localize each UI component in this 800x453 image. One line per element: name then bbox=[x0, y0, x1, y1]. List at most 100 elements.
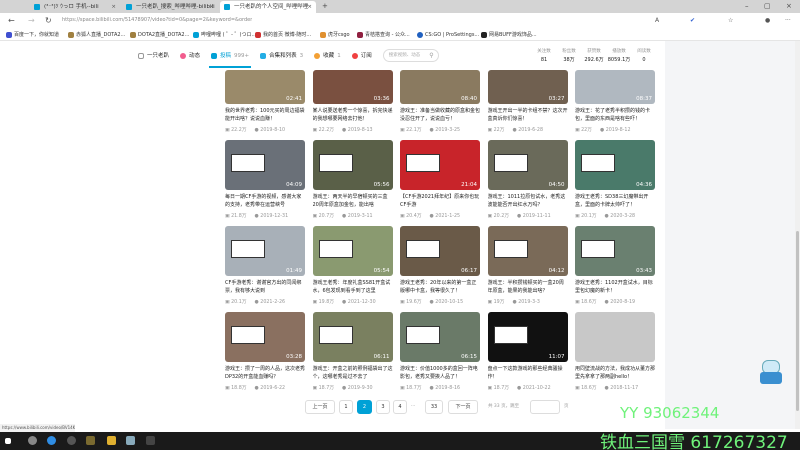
video-thumbnail[interactable]: 03:43 bbox=[575, 226, 655, 276]
prev-page-button[interactable]: 上一页 bbox=[305, 400, 335, 414]
video-title[interactable]: 游戏王：准备当做收藏的原盒和金包没忍住开了，说说血亏！ bbox=[400, 107, 480, 123]
reload-icon[interactable]: ↻ bbox=[45, 15, 52, 26]
video-title[interactable]: 【CF手游2021拜年纪】原来你也玩CF手游 bbox=[400, 193, 480, 209]
next-page-button[interactable]: 下一页 bbox=[448, 400, 478, 414]
video-title[interactable]: 游戏王：攒了一周的人品，这次老秀DP32的开盒能血赚吗？ bbox=[225, 365, 305, 381]
browser-tab-active[interactable]: 一只老趴的个人空间_哔哩哔哩 × bbox=[220, 1, 316, 13]
video-thumbnail[interactable]: 04:12 bbox=[487, 226, 568, 276]
forward-icon[interactable]: → bbox=[28, 15, 35, 26]
video-title[interactable]: 游戏王：半积攒钱顿买的一盒20周年原盒，能果的我能出啥？ bbox=[488, 279, 568, 295]
video-title[interactable]: 用同壁流战的方法，我成功从董方那里先拿拿了那两副hello！ bbox=[575, 365, 655, 381]
video-title[interactable]: 游戏王老秀：年度礼盒SS81开盒试水，6包发现到看手到了这里 bbox=[313, 279, 393, 295]
video-thumbnail[interactable] bbox=[575, 312, 655, 362]
extension-icon[interactable]: ✔ bbox=[690, 15, 695, 26]
video-title[interactable]: 某人说要送老秀一个惊喜，拆完快递的我想哪要网络去打他！ bbox=[313, 107, 393, 123]
url-input[interactable]: https://space.bilibili.com/51478907/vide… bbox=[62, 15, 252, 26]
video-card[interactable]: 03:27 游戏王开出一半的卡组不禁？这次开盒真诉你们惊喜！ ▣ 22万 ● 20… bbox=[487, 70, 568, 133]
back-icon[interactable]: ← bbox=[8, 15, 15, 26]
profile-icon[interactable]: ● bbox=[765, 15, 770, 26]
video-card[interactable]: 02:41 我的世界老秀：100元买的周边福袋能开出啥？说说血赚！ ▣ 22.2… bbox=[225, 70, 305, 133]
edge-icon[interactable] bbox=[47, 436, 56, 445]
video-card[interactable]: 08:37 游戏王：花了老秀半积攒的钱的卡包，里面的东西是啥有些吓！ ▣ 22万… bbox=[575, 70, 655, 133]
video-title[interactable]: 游戏王开出一半的卡组不禁？这次开盒真诉你们惊喜！ bbox=[488, 107, 568, 123]
video-title[interactable]: 游戏王：1011拉原包试水，老秀这波能能否开出红水万吗？ bbox=[488, 193, 568, 209]
video-thumbnail[interactable]: 11:07 bbox=[487, 312, 568, 362]
video-title[interactable]: 每日一期CF手游的视频，感谢大家的支持，老秀带在运营峡号 bbox=[225, 193, 305, 209]
video-card[interactable]: 06:17 游戏王老秀：20年以来的第一盒正版哪中卡盒，我等很久了！ ▣ 19.… bbox=[400, 226, 480, 305]
bookmark[interactable]: 网易BUFF游戏饰品... bbox=[481, 30, 537, 40]
scrollbar-thumb[interactable] bbox=[796, 231, 799, 411]
video-card[interactable]: 21:04 【CF手游2021拜年纪】原来你也玩CF手游 ▣ 20.4万 ● 20… bbox=[400, 140, 480, 219]
page-4[interactable]: 4 bbox=[393, 400, 407, 414]
video-card[interactable]: 03:43 游戏王老秀：1102开盒试水，目标里包幻魔的新卡！ ▣ 18.6万 ●… bbox=[575, 226, 655, 305]
nav-uploads[interactable]: 投稿 999+ bbox=[209, 51, 252, 68]
page-1[interactable]: 1 bbox=[339, 400, 353, 414]
video-thumbnail[interactable]: 03:28 bbox=[225, 312, 305, 362]
bookmark[interactable]: 虎牙csgo bbox=[320, 30, 350, 40]
close-icon[interactable]: × bbox=[111, 1, 116, 13]
video-thumbnail[interactable]: 03:36 bbox=[312, 70, 393, 104]
nav-subscriptions[interactable]: 订阅 bbox=[351, 51, 372, 61]
video-title[interactable]: CF手游老秀：谢谢官方出的同闻绑票，我有够大说到 bbox=[225, 279, 305, 295]
jump-page-input[interactable] bbox=[530, 400, 560, 414]
bookmark[interactable]: 百度一下，你就知道 bbox=[6, 30, 59, 40]
page-2-current[interactable]: 2 bbox=[357, 400, 372, 414]
video-title[interactable]: 我的世界老秀：100元买的周边福袋能开出啥？说说血赚！ bbox=[225, 107, 305, 123]
video-card[interactable]: 06:11 游戏王：开盒之前的照例福袋出了这个，这哪老秀是过不去了 ▣ 18.7… bbox=[312, 312, 393, 391]
video-card[interactable]: 用同壁流战的方法，我成功从董方那里先拿拿了那两副hello！ ▣ 18.6万 ● … bbox=[575, 312, 655, 391]
video-card[interactable]: 11:07 盘点一下这款游戏的那些经典骚操作！ ▣ 18.7万 ● 2021-10… bbox=[487, 312, 568, 391]
video-title[interactable]: 游戏王：价值1000多的盒回一阵电影包，老秀又要挨人品了！ bbox=[400, 365, 480, 381]
close-icon[interactable]: × bbox=[209, 1, 214, 13]
video-thumbnail[interactable]: 06:17 bbox=[400, 226, 480, 276]
video-thumbnail[interactable]: 21:04 bbox=[400, 140, 480, 190]
new-tab-button[interactable]: + bbox=[322, 0, 328, 12]
more-icon[interactable]: ··· bbox=[785, 15, 791, 26]
video-title[interactable]: 游戏王：开盒之前的照例福袋出了这个，这哪老秀是过不去了 bbox=[313, 365, 393, 381]
bookmark[interactable]: 赤狐人直播_DOTA2... bbox=[68, 30, 125, 40]
video-thumbnail[interactable]: 05:54 bbox=[312, 226, 393, 276]
nav-favorites[interactable]: 收藏 1 bbox=[314, 51, 341, 61]
video-card[interactable]: 03:36 某人说要送老秀一个惊喜，拆完快递的我想哪要网络去打他！ ▣ 22.2… bbox=[312, 70, 393, 133]
video-card[interactable]: 04:12 游戏王：半积攒钱顿买的一盒20周年原盒，能果的我能出啥？ ▣ 19万… bbox=[487, 226, 568, 305]
browser-tab[interactable]: (³⁻³)ﾂ ｳっロ 手机--bili × bbox=[30, 1, 120, 13]
bookmark[interactable]: CS:GO | ProSettings... bbox=[417, 30, 479, 40]
video-thumbnail[interactable]: 08:40 bbox=[400, 70, 480, 104]
video-title[interactable]: 游戏王：花了老秀半积攒的钱的卡包，里面的东西是啥有些吓！ bbox=[575, 107, 655, 123]
video-title[interactable]: 盘点一下这款游戏的那些经典骚操作！ bbox=[488, 365, 568, 381]
mascot-widget[interactable] bbox=[758, 358, 784, 386]
browser-tab[interactable]: 一只老趴_搜索_哔哩哔哩-bilibili × bbox=[122, 1, 218, 13]
video-card[interactable]: 04:50 游戏王：1011拉原包试水，老秀这波能能否开出红水万吗？ ▣ 20.… bbox=[487, 140, 568, 219]
video-card[interactable]: 01:49 CF手游老秀：谢谢官方出的同闻绑票，我有够大说到 ▣ 20.1万 ● … bbox=[225, 226, 305, 305]
taskbar-app-icon[interactable] bbox=[86, 436, 95, 445]
windows-start-icon[interactable] bbox=[5, 438, 11, 444]
video-card[interactable]: 04:36 游戏王老秀：SD38三幻魔带出开盒，里面的卡牌太帅吓了！ ▣ 20.… bbox=[575, 140, 655, 219]
video-title[interactable]: 游戏王老秀：SD38三幻魔带出开盒，里面的卡牌太帅吓了！ bbox=[575, 193, 655, 209]
video-thumbnail[interactable]: 05:56 bbox=[312, 140, 393, 190]
maximize-icon[interactable]: ▢ bbox=[764, 0, 771, 12]
video-thumbnail[interactable]: 04:36 bbox=[575, 140, 655, 190]
video-thumbnail[interactable]: 04:50 bbox=[487, 140, 568, 190]
favorites-icon[interactable]: ☆ bbox=[728, 15, 733, 26]
page-last[interactable]: 33 bbox=[425, 400, 443, 414]
nav-dynamic[interactable]: 动态 bbox=[180, 51, 200, 61]
video-thumbnail[interactable]: 01:49 bbox=[225, 226, 305, 276]
video-card[interactable]: 06:15 游戏王：价值1000多的盒回一阵电影包，老秀又要挨人品了！ ▣ 18… bbox=[400, 312, 480, 391]
nav-collections[interactable]: 合集和列表 3 bbox=[260, 51, 303, 61]
bookmark[interactable]: 哔哩哔哩 ( ゜- ゜)つロ... bbox=[193, 30, 256, 40]
minimize-icon[interactable]: – bbox=[745, 0, 749, 12]
nav-home[interactable]: 一只老趴 bbox=[138, 51, 169, 61]
video-thumbnail[interactable]: 03:27 bbox=[487, 70, 568, 104]
video-thumbnail[interactable]: 06:11 bbox=[312, 312, 393, 362]
taskbar-app-icon[interactable] bbox=[146, 436, 155, 445]
close-icon[interactable]: × bbox=[307, 1, 312, 13]
video-thumbnail[interactable]: 02:41 bbox=[225, 70, 305, 104]
video-card[interactable]: 04:09 每日一期CF手游的视频，感谢大家的支持，老秀带在运营峡号 ▣ 21.… bbox=[225, 140, 305, 219]
taskbar-app-icon[interactable] bbox=[107, 436, 116, 445]
read-aloud-icon[interactable]: A bbox=[655, 15, 659, 26]
page-3[interactable]: 3 bbox=[376, 400, 390, 414]
video-card[interactable]: 08:40 游戏王：准备当做收藏的原盒和金包没忍住开了，说说血亏！ ▣ 22.1… bbox=[400, 70, 480, 133]
close-window-icon[interactable]: × bbox=[786, 0, 792, 12]
bookmark[interactable]: DOTA2直播_DOTA2... bbox=[130, 30, 189, 40]
video-thumbnail[interactable]: 08:37 bbox=[575, 70, 655, 104]
video-thumbnail[interactable]: 04:09 bbox=[225, 140, 305, 190]
